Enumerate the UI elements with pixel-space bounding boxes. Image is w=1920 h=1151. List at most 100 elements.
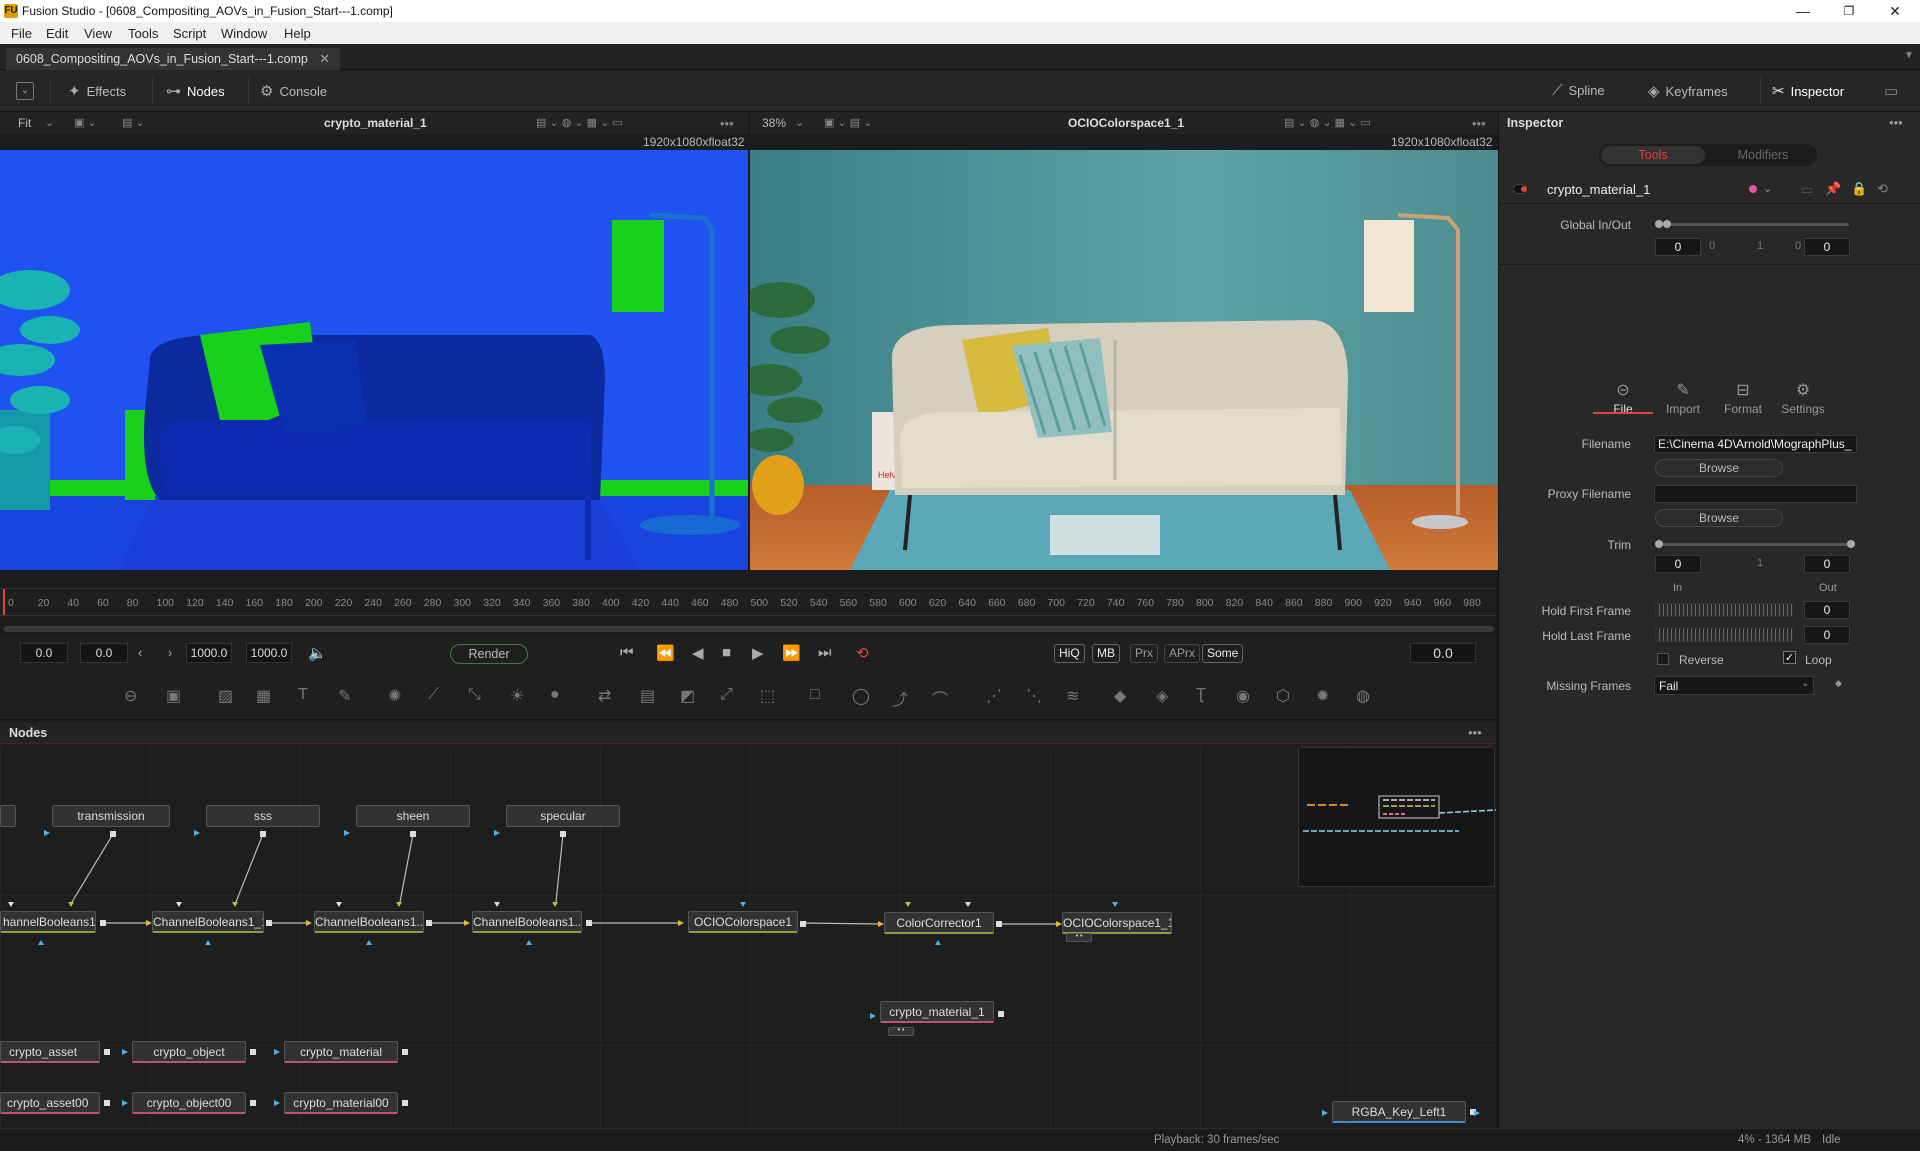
ellipse-tool-icon[interactable]: ◯ [852, 686, 870, 706]
subtab-file[interactable]: ⊝ File [1593, 380, 1653, 416]
channel-icon[interactable]: ▣ ⌄ [74, 116, 97, 129]
go-to-end-icon[interactable]: ⏭ [818, 644, 832, 661]
mb-button[interactable]: MB [1092, 644, 1120, 663]
trim-out-field[interactable]: 0 [1804, 555, 1850, 573]
node-minimap[interactable] [1298, 747, 1496, 887]
version-icon[interactable]: ▭ [1801, 182, 1813, 198]
loader-tool-icon[interactable]: ▣ [166, 686, 181, 706]
node-preview-dots-icon[interactable]: • • [1066, 933, 1092, 942]
transform-tool-icon[interactable]: ⇄ [598, 686, 611, 706]
node-editor[interactable]: transmission sss sheen specular hannelBo… [0, 745, 1496, 1128]
particle-render-icon[interactable]: ≋ [1066, 686, 1079, 706]
crop-tool-icon[interactable]: ⬚ [760, 686, 775, 706]
node-crypto-material[interactable]: crypto_material [284, 1041, 398, 1063]
play-reverse-icon[interactable]: ◀ [692, 644, 704, 662]
tab-modifiers[interactable]: Modifiers [1711, 146, 1815, 164]
viewer-options-icon[interactable]: ▤ ⌄ ◍ ⌄ ▦ ⌄ ▭ [536, 116, 623, 129]
spline-button[interactable]: ⟋ Spline [1552, 82, 1605, 99]
prx-button[interactable]: Prx [1130, 644, 1158, 663]
hold-last-field[interactable]: 0 [1804, 626, 1850, 644]
bspline-tool-icon[interactable]: ⤡ [468, 686, 481, 704]
trim-in-field[interactable]: 0 [1655, 555, 1701, 573]
node-sheen[interactable]: sheen [356, 805, 470, 827]
render3d-tool-icon[interactable]: ◍ [1356, 686, 1370, 706]
matte-tool-icon[interactable]: ◩ [680, 686, 695, 706]
channel-booleans-tool-icon[interactable]: ▦ [256, 686, 271, 706]
shape3d-tool-icon[interactable]: ◆ [1114, 686, 1126, 706]
right-viewer[interactable]: Helvet [750, 150, 1498, 570]
proxy-filename-field[interactable] [1654, 485, 1857, 503]
nodes-more-icon[interactable]: ••• [1468, 725, 1482, 740]
tab-menu-chevron-icon[interactable]: ▼ [1904, 50, 1914, 61]
global-out-field[interactable]: 0 [1804, 238, 1850, 256]
menu-view[interactable]: View [84, 26, 112, 41]
loop-checkbox[interactable]: ✓ [1783, 651, 1796, 664]
go-to-start-icon[interactable]: ⏮ [620, 644, 634, 661]
console-button[interactable]: ⚙ Console [260, 82, 327, 100]
trim-out-knob[interactable] [1847, 540, 1855, 548]
node-color-corrector-1[interactable]: ColorCorrector1 [884, 912, 994, 934]
node-sss[interactable]: sss [206, 805, 320, 827]
color-tool-icon[interactable]: ● [550, 686, 560, 704]
right-viewer-more-icon[interactable]: ••• [1472, 116, 1486, 131]
maximize-button[interactable]: ❐ [1834, 1, 1864, 21]
tool-color-dot-icon[interactable] [1749, 185, 1757, 193]
channel-icon[interactable]: ▣ ⌄ ▤ ⌄ [824, 116, 872, 129]
viewer-options-icon[interactable]: ▤ ⌄ ◍ ⌄ ▦ ⌄ ▭ [1284, 116, 1371, 129]
play-icon[interactable]: ▶ [752, 644, 764, 662]
node-crypto-object[interactable]: crypto_object [132, 1041, 246, 1063]
bezier-tool-icon[interactable]: ⤴ [892, 686, 908, 710]
node-specular[interactable]: specular [506, 805, 620, 827]
aprx-button[interactable]: APrx [1164, 644, 1201, 663]
render-end-field[interactable]: 1000.0 [186, 643, 232, 663]
node-preview-dots-icon[interactable]: • • [888, 1027, 914, 1036]
toggle-panel-icon[interactable]: ⌄ [16, 82, 34, 100]
scale-tool-icon[interactable]: ⤢ [720, 686, 733, 704]
inspector-button[interactable]: ✂ Inspector [1772, 82, 1844, 100]
subtab-format[interactable]: ⊟ Format [1713, 380, 1773, 416]
trim-slider[interactable] [1657, 543, 1851, 546]
node-channel-booleans-1-3[interactable]: ChannelBooleans1... [472, 911, 582, 933]
hold-first-field[interactable]: 0 [1804, 601, 1850, 619]
fit-dropdown[interactable]: Fit [18, 116, 31, 130]
hold-first-slider[interactable] [1655, 603, 1793, 617]
menu-window[interactable]: Window [221, 26, 267, 41]
reverse-checkbox[interactable] [1657, 653, 1669, 665]
play-fast-icon[interactable]: ⏩ [782, 644, 801, 662]
comp-tab[interactable]: 0608_Compositing_AOVs_in_Fusion_Start---… [6, 48, 340, 70]
lock-icon[interactable]: 🔒 [1851, 181, 1867, 197]
fit-chevron-icon[interactable]: ⌄ [45, 116, 54, 129]
brightness-tool-icon[interactable]: ☀ [510, 686, 524, 706]
left-viewer[interactable] [0, 150, 748, 570]
menu-script[interactable]: Script [173, 26, 206, 41]
step-back-icon[interactable]: ‹ [138, 645, 142, 660]
current-time-field[interactable]: 0.0 [1410, 643, 1476, 663]
node-channel-booleans-1-2[interactable]: ChannelBooleans1... [314, 911, 424, 933]
node-channel-booleans-1-1[interactable]: ChannelBooleans1_1 [152, 911, 264, 933]
speaker-icon[interactable]: 🔈 [308, 644, 327, 662]
text3d-tool-icon[interactable]: Ʈ [1196, 686, 1206, 704]
node-crypto-material-1[interactable]: crypto_material_1 [880, 1001, 994, 1023]
browse-button[interactable]: Browse [1655, 459, 1783, 477]
background-tool-icon[interactable]: ⊖ [124, 686, 137, 706]
polygon-tool-icon[interactable]: ⟋ [428, 686, 439, 704]
node-partial[interactable] [0, 805, 16, 827]
menu-edit[interactable]: Edit [46, 26, 68, 41]
keyframes-button[interactable]: ◈ Keyframes [1648, 82, 1728, 100]
tab-tools[interactable]: Tools [1601, 146, 1705, 164]
node-transmission[interactable]: transmission [52, 805, 170, 827]
particle-emitter-icon[interactable]: ⋱ [1026, 686, 1042, 706]
global-out-knob[interactable] [1663, 220, 1671, 228]
loop-icon[interactable]: ⟲ [856, 644, 869, 662]
node-rgba-key-left-1[interactable]: RGBA_Key_Left1 [1332, 1101, 1466, 1123]
inspector-more-icon[interactable]: ••• [1889, 115, 1903, 130]
minimize-button[interactable]: — [1788, 1, 1818, 21]
zoom-dropdown[interactable]: 38% [762, 116, 786, 130]
timeline-ruler[interactable]: 0 20 40 60 80 100 120 140 160 180 200 220 240 260 280 3… [0, 588, 1496, 616]
merge-tool-icon[interactable]: ▨ [218, 686, 233, 706]
play-reverse-fast-icon[interactable]: ⏪ [656, 644, 675, 662]
playhead[interactable] [3, 589, 5, 615]
proxy-browse-button[interactable]: Browse [1655, 509, 1783, 527]
node-crypto-asset00[interactable]: crypto_asset00 [0, 1092, 100, 1114]
nodes-button[interactable]: ⊶ Nodes [166, 82, 225, 100]
